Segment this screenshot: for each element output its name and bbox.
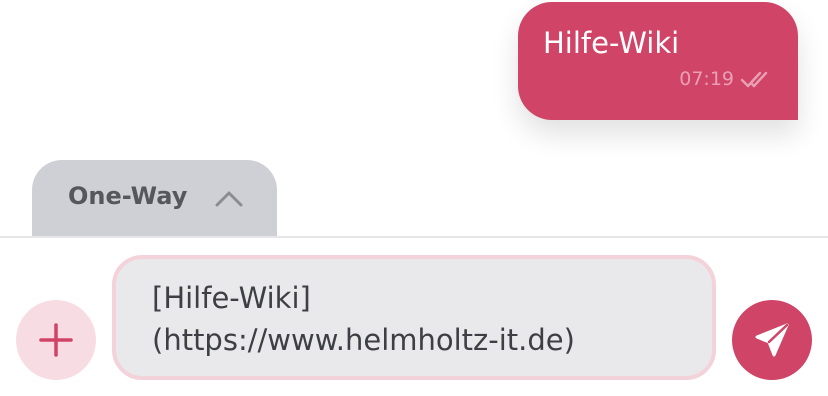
- add-attachment-button[interactable]: [16, 300, 96, 380]
- chevron-up-icon: [214, 188, 244, 212]
- outgoing-message-bubble[interactable]: Hilfe-Wiki 07:19: [518, 2, 798, 120]
- double-check-icon: [740, 69, 774, 89]
- plus-icon: [39, 323, 73, 357]
- composer-divider: [0, 236, 828, 238]
- send-button[interactable]: [732, 300, 812, 380]
- message-text: Hilfe-Wiki: [543, 26, 680, 60]
- chat-screen: Hilfe-Wiki 07:19 One-Way [Hilfe-Wiki] (h…: [0, 0, 828, 396]
- one-way-label: One-Way: [68, 182, 188, 210]
- message-input[interactable]: [Hilfe-Wiki] (https://www.helmholtz-it.d…: [112, 255, 716, 380]
- message-input-text[interactable]: [Hilfe-Wiki] (https://www.helmholtz-it.d…: [152, 277, 692, 361]
- input-line-2: (https://www.helmholtz-it.de): [152, 323, 575, 357]
- message-time: 07:19: [679, 68, 734, 90]
- input-line-1: [Hilfe-Wiki]: [152, 281, 311, 315]
- send-icon: [755, 323, 789, 357]
- message-meta: 07:19: [679, 68, 774, 90]
- one-way-tab[interactable]: One-Way: [32, 160, 277, 238]
